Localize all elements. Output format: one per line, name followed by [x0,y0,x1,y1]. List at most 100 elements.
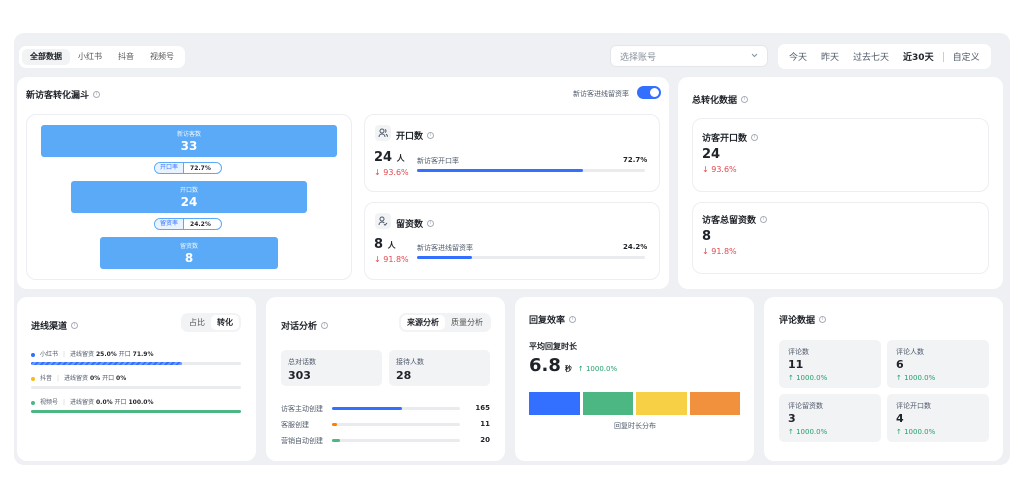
date-tab-today[interactable]: 今天 [782,50,814,63]
comment-stat-label: 评论人数 [896,348,924,356]
open-rate-progress [417,169,645,172]
source-label: 营销自动创建 [281,437,323,445]
progress-fill [332,407,402,410]
rate-value: 24.2% [190,220,211,228]
lead-rate-progress [417,256,645,259]
source-label: 访客主动创建 [281,405,323,413]
comment-stat-value: 3 [788,412,796,425]
reply-unit: 秒 [564,365,572,373]
reply-distribution-label: 回复时长分布 [614,422,656,430]
comment-stat-value: 11 [788,358,804,371]
open-count-value: 24 人 [374,150,405,165]
open-rate-value: 72.7% [623,156,648,164]
distribution-segment[interactable] [689,392,740,415]
dialog-tab-quality[interactable]: 质量分析 [445,315,489,330]
info-icon[interactable]: i [321,322,329,329]
account-select[interactable]: 选择账号 [610,45,768,67]
channel-open-value: 0% [116,375,127,382]
channel-open-label: 开口 [102,375,115,382]
info-icon[interactable]: i [751,134,759,141]
open-count-title: 开口数 i [396,129,435,142]
chevron-down-icon [751,51,758,61]
channel-tabs: 占比 转化 [181,313,241,332]
info-icon[interactable]: i [427,132,435,139]
lead-count-title: 留资数 i [396,217,435,230]
channel-open-label: 开口 [118,351,131,358]
info-icon[interactable]: i [819,316,827,323]
comment-stat-change: ↑ 1000.0% [896,428,936,436]
comment-stat-change: ↑ 1000.0% [896,374,936,382]
funnel-card-title: 新访客转化漏斗 i [26,88,101,101]
info-icon[interactable]: i [427,220,435,227]
distribution-segment[interactable] [529,392,580,415]
source-value: 11 [480,420,490,428]
channel-tab-conversion[interactable]: 转化 [211,315,239,330]
funnel-stage-visitors: 新访客数 33 [41,125,337,157]
channel-name: 小红书 [40,351,59,358]
funnel-rate-lead: 留资率 24.2% [154,218,222,230]
platform-tabs: 全部数据 小红书 抖音 视频号 [19,46,185,68]
reply-change: ↑ 1000.0% [577,365,618,373]
date-tab-yesterday[interactable]: 昨天 [814,50,846,63]
channel-row: 视频号 | 进线留资 0.0% 开口 100.0% [31,397,153,406]
dialog-tab-source[interactable]: 来源分析 [401,315,445,330]
comment-stat-change: ↑ 1000.0% [788,374,828,382]
channel-card-title: 进线渠道 i [31,319,79,332]
receptionists-label: 接待人数 [396,358,424,366]
channel-open-value: 71.9% [132,351,154,358]
distribution-segment[interactable] [582,392,633,415]
source-progress [332,439,460,442]
channel-tab-share[interactable]: 占比 [183,315,211,330]
channel-lead-value: 0% [89,375,101,382]
channel-row: 小红书 | 进线留资 25.0% 开口 71.9% [31,349,154,358]
tab-xiaohongshu[interactable]: 小红书 [70,49,110,65]
info-icon[interactable]: i [569,316,577,323]
channel-lead-label: 进线留资 [70,399,95,406]
channel-row: 抖音 | 进线留资 0% 开口 0% [31,373,126,382]
funnel-stage-lead: 留资数 8 [100,237,278,269]
channel-dot [31,352,35,357]
open-count-panel [364,114,660,192]
info-icon[interactable]: i [93,91,101,98]
info-icon[interactable]: i [71,322,79,329]
comment-stat-change: ↑ 1000.0% [788,428,828,436]
progress-fill [417,169,583,172]
visitor-lead-title: 访客总留资数 i [702,213,768,226]
channel-name: 抖音 [40,375,53,382]
date-tab-divider [942,51,944,62]
info-icon[interactable]: i [760,216,768,223]
progress-fill [332,439,341,442]
rate-value: 72.7% [190,164,211,172]
lead-rate-toggle[interactable] [637,86,661,99]
date-tab-30days[interactable]: 近30天 [896,50,941,63]
info-icon[interactable]: i [741,96,749,103]
tab-douyin[interactable]: 抖音 [110,49,142,65]
users-icon [375,125,391,141]
funnel-stage-label: 新访客数 [176,131,201,138]
date-tabs: 今天 昨天 过去七天 近30天 自定义 [778,44,991,69]
comment-stat-value: 6 [896,358,904,371]
comment-stat-label: 评论留资数 [788,402,823,410]
channel-open-value: 100.0% [128,399,154,406]
channel-lead-label: 进线留资 [70,351,95,358]
lead-rate-label: 新访客进线留资率 [417,244,473,252]
date-tab-7days[interactable]: 过去七天 [846,50,896,63]
lead-count-change: ↓ 91.8% [374,255,409,264]
channel-progress [31,362,241,365]
channel-lead-value: 25.0% [95,351,117,358]
total-card-title: 总转化数据 i [692,93,749,106]
tab-all[interactable]: 全部数据 [22,49,70,65]
reply-subtitle: 平均回复时长 [529,342,577,351]
funnel-stage-open: 开口数 24 [71,181,307,213]
tab-shipinhao[interactable]: 视频号 [142,49,182,65]
funnel-stage-label: 留资数 [179,243,198,250]
visitor-open-value: 24 [702,147,721,162]
user-add-icon [375,213,391,229]
source-progress [332,423,460,426]
distribution-segment[interactable] [636,392,687,415]
total-dialogs-label: 总对话数 [288,358,316,366]
channel-dot [31,376,35,381]
reply-card-title: 回复效率 i [529,313,577,326]
funnel-stage-label: 开口数 [179,187,198,194]
date-tab-custom[interactable]: 自定义 [946,50,987,63]
